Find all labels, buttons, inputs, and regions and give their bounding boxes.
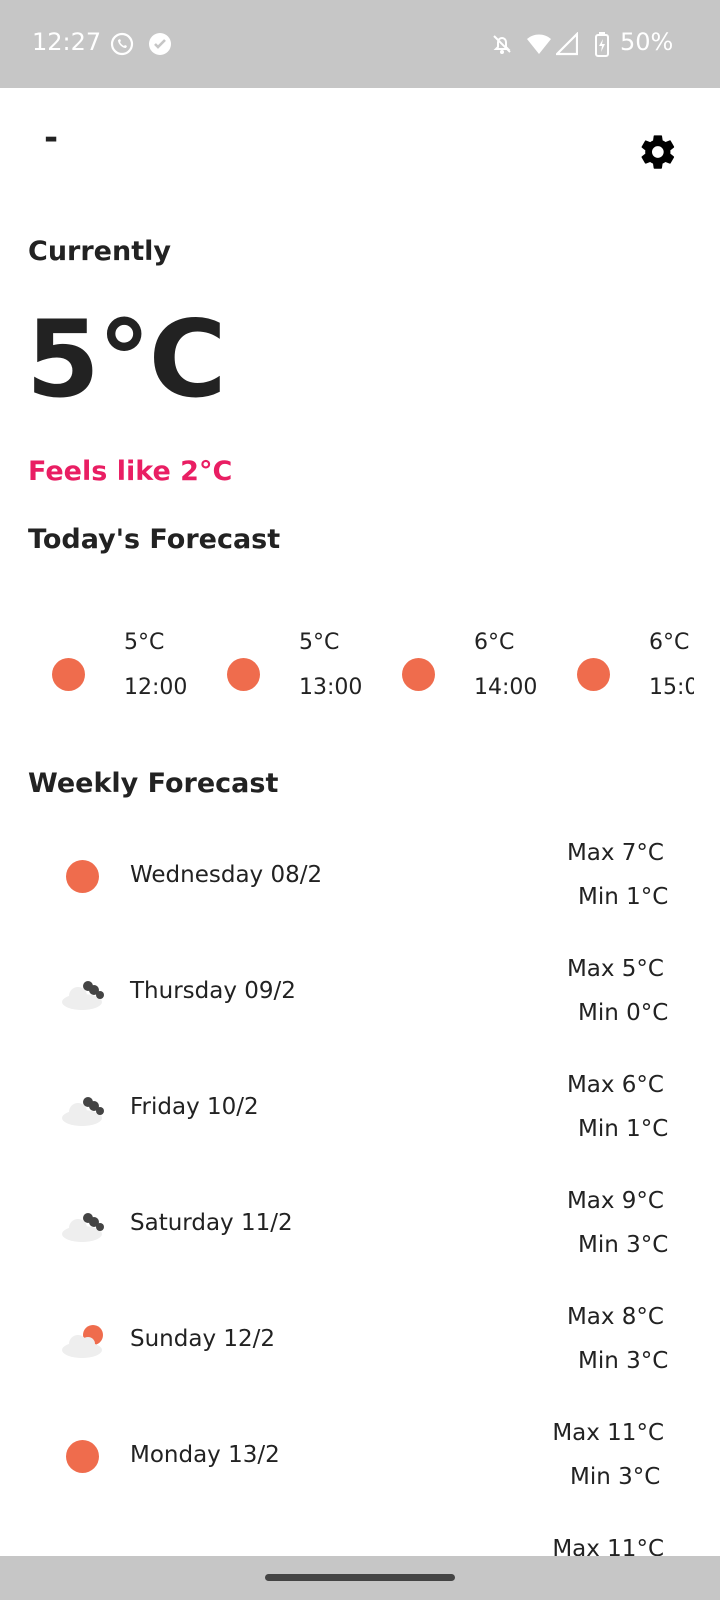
whatsapp-icon [110,32,134,56]
sun-icon [58,1436,108,1476]
currently-heading: Currently [28,236,171,267]
sun-icon [577,658,610,691]
hourly-temperature: 6°C [474,630,515,655]
day-label: Wednesday 08/2 [130,862,323,888]
home-gesture-handle[interactable] [265,1574,455,1581]
weekly-day-row[interactable]: Max 11°C [0,1528,720,1556]
max-temperature: Max 7°C [566,840,664,866]
day-label: Thursday 09/2 [130,978,296,1004]
weekly-day-row[interactable]: Friday 10/2 Max 6°C Min 1°C [0,1064,720,1174]
todays-forecast-heading: Today's Forecast [28,524,281,555]
weekly-day-row[interactable]: Monday 13/2 Max 11°C Min 3°C [0,1412,720,1522]
cloudy-icon [58,1088,108,1128]
status-bar: 12:27 50% [0,0,720,88]
partly-cloudy-icon [58,1320,108,1360]
sun-icon [402,658,435,691]
min-temperature: Min 1°C [578,884,669,910]
hourly-time: 14:00 [474,675,538,700]
min-temperature: Min 3°C [570,1464,661,1490]
max-temperature: Max 11°C [552,1420,664,1446]
sun-icon [227,658,260,691]
feels-like-text: Feels like 2°C [28,456,233,487]
gear-icon [641,135,675,169]
hourly-temperature: 5°C [299,630,340,655]
day-label: Friday 10/2 [130,1094,259,1120]
hourly-time: 12:00 [124,675,188,700]
weekly-day-row[interactable]: Saturday 11/2 Max 9°C Min 3°C [0,1180,720,1290]
min-temperature: Min 0°C [578,1000,669,1026]
max-temperature: Max 9°C [566,1188,664,1214]
weekly-day-row[interactable]: Thursday 09/2 Max 5°C Min 0°C [0,948,720,1058]
cloudy-icon [58,972,108,1012]
day-label: Saturday 11/2 [130,1210,293,1236]
day-label: Sunday 12/2 [130,1326,276,1352]
battery-charging-icon [594,32,618,57]
min-temperature: Min 3°C [578,1348,669,1374]
current-temperature: 5°C [26,298,227,421]
sun-icon [58,856,108,896]
min-temperature: Min 1°C [578,1116,669,1142]
settings-button[interactable] [638,132,678,172]
hourly-time: 15:00 [649,675,694,700]
hourly-forecast-list[interactable]: 5°C 12:00 5°C 13:00 6°C 14:00 6°C 15:00 [0,620,694,720]
check-circle-icon [148,32,172,56]
weekly-day-row[interactable]: Sunday 12/2 Max 8°C Min 3°C [0,1296,720,1406]
weekly-day-row[interactable]: Wednesday 08/2 Max 7°C Min 1°C [0,832,720,942]
max-temperature: Max 5°C [566,956,664,982]
battery-percentage: 50% [620,28,674,56]
max-temperature: Max 11°C [552,1536,664,1556]
hourly-temperature: 5°C [124,630,165,655]
signal-icon [554,31,580,56]
cloudy-icon [58,1204,108,1244]
hourly-temperature: 6°C [649,630,690,655]
wifi-icon [526,32,551,56]
location-label: - [44,118,59,158]
notifications-off-icon [490,32,514,56]
min-temperature: Min 3°C [578,1232,669,1258]
navigation-bar [0,1556,720,1600]
sun-icon [52,658,85,691]
max-temperature: Max 6°C [566,1072,664,1098]
weekly-forecast-heading: Weekly Forecast [28,768,279,799]
max-temperature: Max 8°C [566,1304,664,1330]
day-label: Monday 13/2 [130,1442,280,1468]
status-time: 12:27 [32,28,102,56]
hourly-time: 13:00 [299,675,363,700]
